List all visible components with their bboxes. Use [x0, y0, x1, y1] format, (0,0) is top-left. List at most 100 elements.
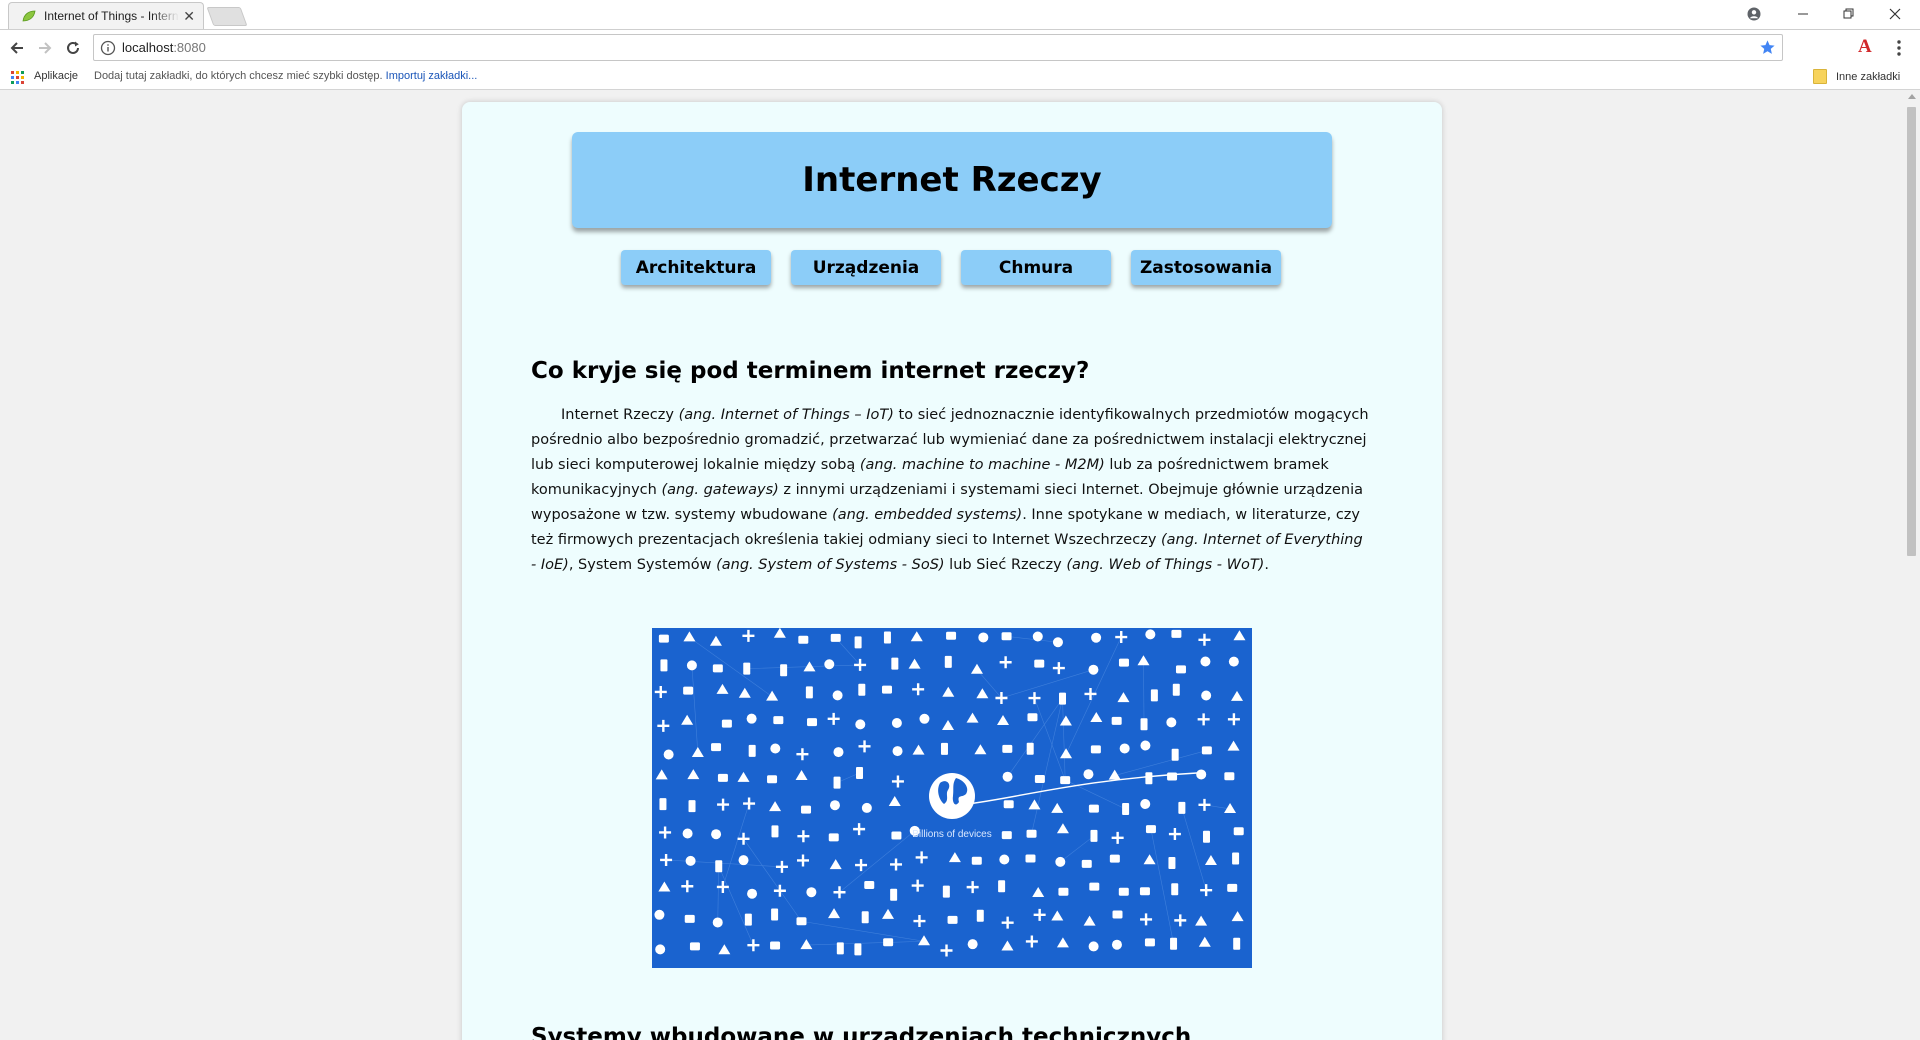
device-icon	[659, 798, 667, 811]
device-icon	[967, 939, 978, 950]
network-link	[689, 637, 773, 697]
device-icon	[795, 770, 808, 781]
menu-dots-icon[interactable]	[1896, 39, 1902, 57]
device-icon	[1171, 629, 1182, 638]
device-icon	[970, 663, 983, 674]
device-icon	[807, 718, 818, 727]
globe-icon	[929, 773, 975, 819]
browser-tab[interactable]: Internet of Things - Internet Rzeczy ✕	[8, 2, 204, 29]
device-icon	[1026, 829, 1037, 838]
device-icon	[770, 941, 781, 950]
device-icon	[1111, 716, 1122, 725]
device-icon	[655, 944, 666, 955]
device-icon	[683, 686, 694, 695]
nav-urzadzenia-button[interactable]: Urządzenia	[791, 250, 941, 285]
scroll-up-arrow-icon[interactable]	[1908, 94, 1916, 99]
device-icon	[942, 885, 950, 898]
forward-arrow-icon[interactable]	[35, 38, 55, 58]
bookmark-star-icon[interactable]	[1759, 39, 1776, 56]
address-bar[interactable]: localhost:8080	[93, 34, 1783, 61]
info-icon[interactable]	[100, 40, 116, 56]
device-icon	[800, 939, 813, 950]
device-icon	[942, 719, 955, 730]
network-link	[718, 866, 754, 946]
network-link	[1006, 636, 1058, 643]
apps-grid-icon[interactable]	[11, 71, 24, 84]
device-icon	[966, 712, 979, 723]
intro-text-7: lub Sieć Rzeczy	[944, 557, 1067, 573]
device-icon	[1115, 631, 1128, 644]
network-link	[1143, 661, 1145, 725]
device-icon	[910, 631, 923, 642]
device-icon	[1001, 831, 1012, 840]
scroll-thumb[interactable]	[1907, 107, 1916, 556]
device-icon	[1052, 662, 1065, 675]
device-icon	[718, 944, 731, 955]
device-icon	[829, 859, 842, 870]
device-icon	[711, 743, 722, 752]
device-icon	[688, 800, 696, 813]
acrobat-extension-icon[interactable]: A	[1858, 36, 1872, 58]
device-icon	[1201, 690, 1212, 701]
device-icon	[797, 854, 810, 867]
nav-chmura-button[interactable]: Chmura	[961, 250, 1111, 285]
intro-text-6: , System Systemów	[568, 557, 717, 573]
device-icon	[660, 853, 673, 866]
nav-zastosowania-button[interactable]: Zastosowania	[1131, 250, 1281, 285]
device-icon	[1227, 740, 1240, 751]
device-icon	[942, 686, 955, 697]
device-icon	[881, 685, 892, 694]
device-icon	[833, 747, 844, 758]
device-icon	[1001, 940, 1014, 951]
intro-term-3: (ang. gateways)	[661, 482, 779, 498]
device-icon	[1144, 938, 1155, 947]
device-icon	[1224, 772, 1235, 781]
device-icon	[1224, 802, 1237, 813]
device-icon	[1117, 692, 1130, 703]
close-window-icon[interactable]	[1872, 0, 1918, 28]
device-icon	[833, 776, 841, 789]
profile-icon[interactable]	[1731, 0, 1777, 28]
vertical-scrollbar[interactable]	[1903, 90, 1920, 1040]
device-icon	[1150, 689, 1158, 702]
device-icon	[747, 939, 760, 952]
device-icon	[1137, 655, 1150, 666]
tab-close-icon[interactable]: ✕	[183, 8, 195, 25]
network-link	[1034, 697, 1066, 781]
device-icon	[717, 773, 728, 782]
device-icon	[1139, 887, 1150, 896]
device-icon	[912, 744, 925, 755]
network-link	[1181, 807, 1207, 891]
device-icon	[1034, 659, 1045, 668]
nav-architektura-button[interactable]: Architektura	[621, 250, 771, 285]
device-icon	[681, 880, 694, 893]
device-icon	[1233, 827, 1244, 836]
tab-strip: Internet of Things - Internet Rzeczy ✕	[0, 0, 1920, 30]
back-arrow-icon[interactable]	[7, 38, 27, 58]
device-icon	[1111, 939, 1122, 950]
import-bookmarks-link[interactable]: Importuj zakładki...	[386, 70, 478, 82]
device-icon	[1028, 799, 1041, 810]
network-link	[839, 830, 915, 893]
other-bookmarks[interactable]: Inne zakładki	[1813, 69, 1900, 84]
device-icon	[1197, 713, 1210, 726]
device-icon	[1055, 856, 1066, 867]
device-icon	[1145, 772, 1153, 785]
iot-network-graphic: Billions of devices	[654, 628, 1246, 957]
new-tab-button[interactable]	[206, 7, 248, 26]
apps-label[interactable]: Aplikacje	[34, 70, 78, 82]
device-icon	[998, 880, 1006, 893]
device-icon	[663, 749, 674, 760]
browser-toolbar: localhost:8080 A	[0, 30, 1920, 65]
device-icon	[743, 797, 756, 810]
device-icon	[1231, 690, 1244, 701]
device-icon	[1171, 883, 1179, 896]
bookmarks-hint-text: Dodaj tutaj zakładki, do których chcesz …	[94, 70, 383, 82]
main-nav: Architektura Urządzenia Chmura Zastosowa…	[621, 250, 1301, 285]
restore-icon[interactable]	[1826, 0, 1872, 28]
reload-icon[interactable]	[63, 38, 83, 58]
site-title: Internet Rzeczy	[802, 160, 1102, 200]
page-container: Internet Rzeczy Architektura Urządzenia …	[462, 102, 1442, 1040]
minimize-icon[interactable]	[1780, 0, 1826, 28]
device-icon	[709, 635, 722, 646]
